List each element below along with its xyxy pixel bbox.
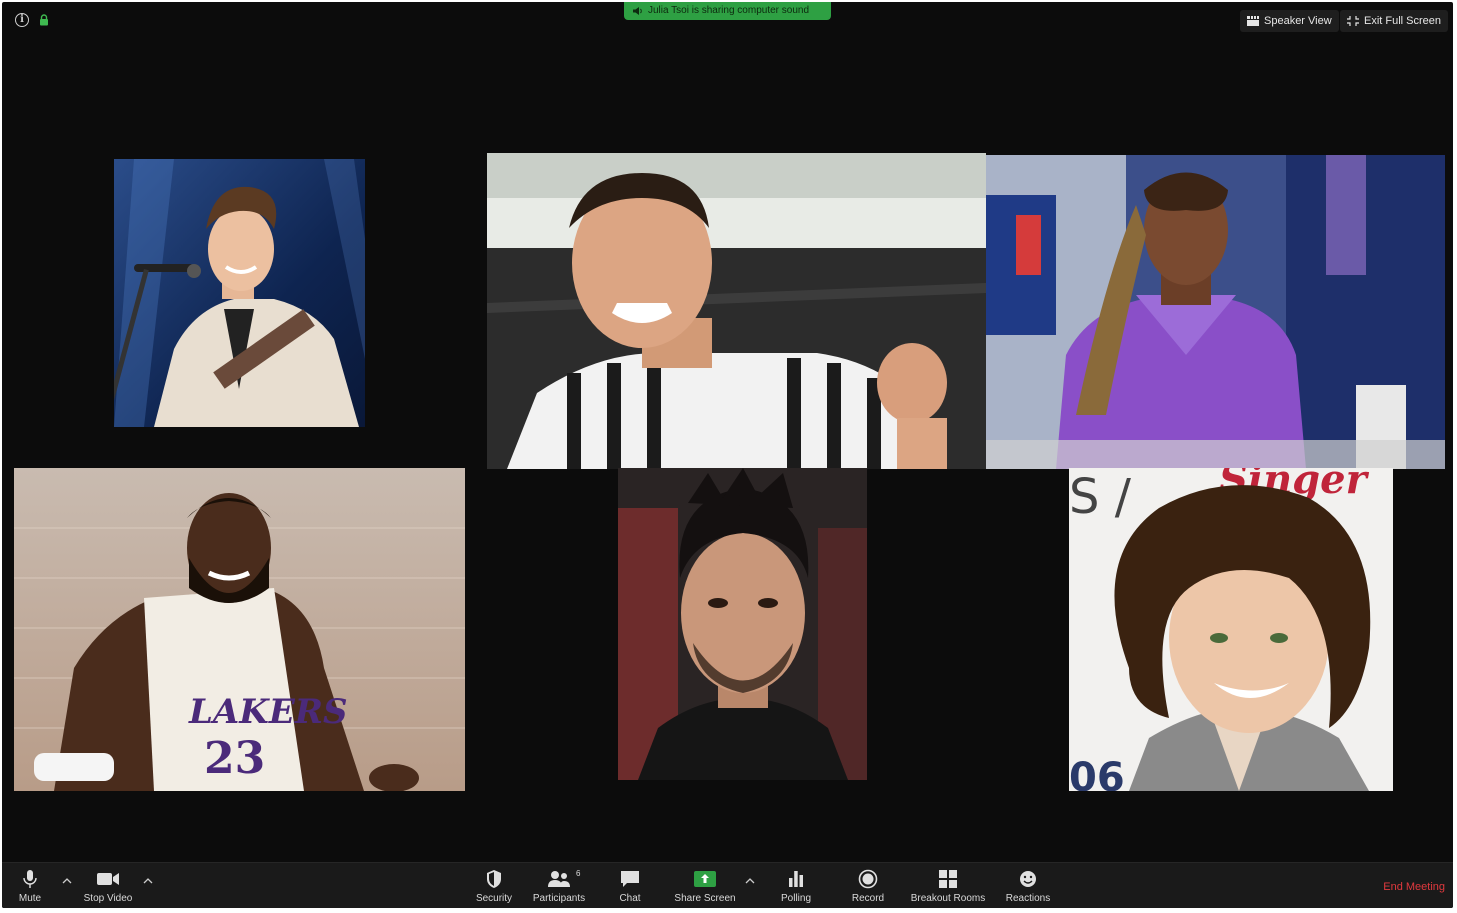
- microphone-icon: [23, 870, 37, 888]
- chat-button[interactable]: Chat: [610, 863, 650, 908]
- participants-button[interactable]: 6 Participants: [528, 863, 590, 908]
- share-screen-button[interactable]: Share Screen: [670, 863, 740, 908]
- participants-icon: [548, 871, 570, 887]
- polling-label: Polling: [780, 893, 812, 904]
- participant-video-tile[interactable]: [487, 153, 986, 469]
- exit-fullscreen-button[interactable]: Exit Full Screen: [1340, 10, 1449, 32]
- meeting-toolbar: Mute Stop Video Security 6 Participants …: [2, 862, 1453, 908]
- chat-icon: [621, 871, 639, 887]
- participant-video-4: LAKERS 23: [14, 468, 465, 791]
- sharing-sound-notice: Julia Tsoi is sharing computer sound: [624, 2, 831, 20]
- participants-count: 6: [576, 869, 581, 878]
- reactions-label: Reactions: [1005, 893, 1051, 904]
- mute-button[interactable]: Mute: [10, 863, 50, 908]
- meeting-window: i Julia Tsoi is sharing computer sound S…: [2, 2, 1453, 908]
- polling-icon: [789, 871, 803, 887]
- chat-label: Chat: [619, 893, 641, 904]
- svg-text:23: 23: [204, 733, 265, 784]
- speaker-view-label: Speaker View: [1264, 15, 1332, 27]
- share-notice-text: Julia Tsoi is sharing computer sound: [648, 5, 810, 16]
- record-button[interactable]: Record: [848, 863, 888, 908]
- record-label: Record: [851, 893, 885, 904]
- participant-video-3: [986, 155, 1445, 469]
- svg-text:06: 06: [1069, 755, 1125, 791]
- end-meeting-button[interactable]: End Meeting: [1383, 881, 1445, 893]
- chevron-up-icon[interactable]: [143, 877, 153, 885]
- participant-video-tile[interactable]: [986, 155, 1445, 469]
- polling-button[interactable]: Polling: [776, 863, 816, 908]
- breakout-rooms-button[interactable]: Breakout Rooms: [906, 863, 990, 908]
- participant-video-tile[interactable]: [114, 159, 365, 427]
- participants-label: Participants: [532, 893, 586, 904]
- reactions-button[interactable]: Reactions: [1002, 863, 1054, 908]
- share-screen-icon: [694, 871, 716, 887]
- participant-video-tile[interactable]: LAKERS 23: [14, 468, 465, 791]
- security-label: Security: [475, 893, 513, 904]
- breakout-rooms-label: Breakout Rooms: [910, 893, 986, 904]
- participant-video-tile[interactable]: Singer S / 06: [1069, 468, 1393, 791]
- exit-fullscreen-label: Exit Full Screen: [1364, 15, 1442, 27]
- exit-fullscreen-icon: [1347, 16, 1359, 26]
- mute-label: Mute: [18, 893, 42, 904]
- share-screen-label: Share Screen: [674, 893, 736, 904]
- shield-icon: [487, 870, 501, 888]
- stop-video-label: Stop Video: [83, 893, 133, 904]
- record-icon: [858, 869, 878, 889]
- security-button[interactable]: Security: [470, 863, 518, 908]
- speaker-icon: [633, 7, 642, 15]
- video-camera-icon: [97, 873, 119, 885]
- participant-video-6: Singer S / 06: [1069, 468, 1393, 791]
- lock-icon[interactable]: [39, 14, 49, 26]
- stop-video-button[interactable]: Stop Video: [78, 863, 138, 908]
- chevron-up-icon[interactable]: [62, 877, 72, 885]
- grid-icon: [1247, 16, 1259, 26]
- participant-video-5: [618, 468, 867, 780]
- speaker-view-button[interactable]: Speaker View: [1240, 10, 1339, 32]
- svg-text:LAKERS: LAKERS: [188, 692, 348, 732]
- reactions-icon: [1020, 871, 1036, 887]
- chevron-up-icon[interactable]: [745, 877, 755, 885]
- participant-video-2: [487, 153, 986, 469]
- info-icon[interactable]: i: [15, 13, 29, 27]
- breakout-rooms-icon: [939, 870, 957, 888]
- participant-video-1: [114, 159, 365, 427]
- participant-video-tile[interactable]: [618, 468, 867, 780]
- svg-text:S /: S /: [1069, 469, 1132, 525]
